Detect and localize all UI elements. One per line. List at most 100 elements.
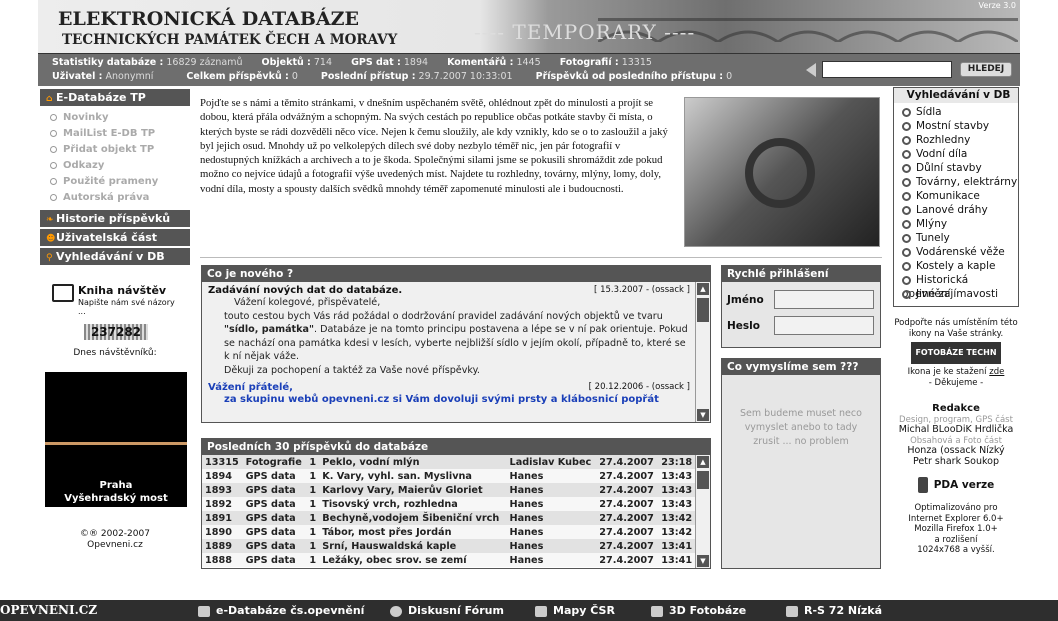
table-cell: Peklo, vodní mlýn (322, 456, 420, 468)
table-row[interactable]: 13315 Fotografie 1 Peklo, vodní mlýn Ladisla… (202, 455, 696, 469)
username-field[interactable] (774, 290, 874, 309)
nav-item-odkazy[interactable]: Odkazy (50, 158, 190, 174)
nav-item-prameny[interactable]: Použité prameny (50, 174, 190, 190)
footer-link-3d-fotobaze[interactable]: 3D Fotobáze (651, 600, 746, 621)
book-icon (52, 284, 74, 302)
forum-icon (390, 605, 402, 617)
posts-scrollbar[interactable]: ▲ ▼ (695, 455, 710, 568)
table-row[interactable]: 1890 GPS data 1 Tábor, most přes Jordán Hane… (202, 525, 696, 539)
news-box: Co je nového ? Zadávání nových dat do da… (201, 265, 711, 423)
table-cell: GPS data (245, 554, 296, 566)
footer-link-forum[interactable]: Diskusní Fórum (390, 600, 504, 621)
scroll-thumb[interactable] (697, 298, 709, 322)
scroll-down-icon[interactable]: ▼ (697, 555, 709, 567)
table-cell: 1 (309, 470, 317, 482)
scroll-up-icon[interactable]: ▲ (697, 283, 709, 295)
nav-item-pridat-objekt[interactable]: Přidat objekt TP (50, 142, 190, 158)
magnifier-icon (902, 289, 911, 299)
table-cell: 1889 (205, 540, 232, 552)
db-search-item[interactable]: Důlní stavby (902, 161, 1018, 175)
quick-login-box: Rychlé přihlášení Jméno Heslo (721, 265, 881, 348)
footer-link-edatabaze[interactable]: e-Databáze čs.opevnění (198, 600, 364, 621)
table-cell: 23:18 (661, 456, 693, 468)
magnifier-icon (902, 247, 911, 257)
footer-site-name[interactable]: OPEVNENI.CZ (0, 600, 97, 621)
nav-item-maillist[interactable]: MailList E-DB TP (50, 126, 190, 142)
table-cell: 1890 (205, 526, 232, 538)
db-search-item[interactable]: Vodárenské věže (902, 245, 1018, 259)
table-cell: GPS data (245, 526, 296, 538)
nav-item-autorska-prava[interactable]: Autorská práva (50, 190, 190, 206)
magnifier-icon (902, 219, 911, 229)
db-search-item[interactable]: Továrny, elektrárny (902, 175, 1018, 189)
phone-icon (917, 477, 928, 493)
magnifier-icon (902, 177, 911, 187)
db-search-item[interactable]: Mostní stavby (902, 119, 1018, 133)
table-cell: 1 (309, 456, 317, 468)
db-search-item[interactable]: Komunikace (902, 189, 1018, 203)
nav-uzivatelska-cast[interactable]: ☻Uživatelská část (40, 229, 190, 246)
news-scrollbar[interactable]: ▲ ▼ (695, 282, 710, 422)
table-cell: Fotografie (245, 456, 302, 468)
table-row[interactable]: 1889 GPS data 1 Srní, Hauswaldská kaple Hane… (202, 539, 696, 553)
table-cell: 1891 (205, 512, 232, 524)
back-arrow-icon[interactable] (806, 63, 816, 77)
divider (200, 257, 882, 258)
nav-historie[interactable]: ❧ Historie příspěvků (40, 210, 190, 227)
table-cell: 27.4.2007 (599, 540, 654, 552)
scroll-thumb[interactable] (697, 471, 709, 489)
stats-row-1: Statistiky databáze : 16829 záznamů Obje… (52, 57, 652, 68)
database-icon (198, 605, 210, 617)
db-search-item[interactable]: Tunely (902, 231, 1018, 245)
table-row[interactable]: 1892 GPS data 1 Tisovský vrch, rozhledna Han… (202, 497, 696, 511)
bullet-icon (50, 161, 57, 169)
user-icon: ☻ (46, 234, 56, 244)
scroll-up-icon[interactable]: ▲ (697, 456, 709, 468)
db-search-item[interactable]: Historická opevnění (902, 273, 1018, 300)
footer-link-mapy[interactable]: Mapy ČSR (535, 600, 615, 621)
magnifier-icon (902, 233, 911, 243)
table-cell: 27.4.2007 (599, 484, 654, 496)
table-cell: Hanes (509, 470, 544, 482)
db-search-item[interactable]: Lanové dráhy (902, 203, 1018, 217)
nav-edatabaze[interactable]: ⌂ E-Databáze TP (40, 89, 190, 106)
table-cell: 13:42 (661, 526, 693, 538)
table-cell: 27.4.2007 (599, 554, 654, 566)
table-cell: Hanes (509, 540, 544, 552)
news-item-text[interactable]: za skupinu webů opevneni.cz si Vám dovol… (208, 393, 690, 406)
table-cell: 27.4.2007 (599, 470, 654, 482)
featured-photo[interactable]: Praha Vyšehradský most (45, 372, 187, 507)
table-row[interactable]: 1893 GPS data 1 Karlovy Vary, Maierův Glori… (202, 483, 696, 497)
news-item-title[interactable]: Vážení přátelé, (208, 382, 293, 393)
table-cell: 27.4.2007 (599, 526, 654, 538)
db-search-item[interactable]: Sídla (902, 105, 1018, 119)
download-link[interactable]: zde (989, 367, 1004, 377)
magnifier-icon (902, 261, 911, 271)
password-field[interactable] (774, 316, 874, 335)
nav-vyhledavani[interactable]: ⚲ Vyhledávání v DB (40, 248, 190, 265)
site-banner[interactable]: ELEKTRONICKÁ DATABÁZE TECHNICKÝCH PAMÁTE… (38, 0, 1020, 54)
search-button[interactable]: HLEDEJ (960, 62, 1012, 77)
db-search-item[interactable]: Kostely a kaple (902, 259, 1018, 273)
db-search-item[interactable]: Rozhledny (902, 133, 1018, 147)
scroll-down-icon[interactable]: ▼ (697, 409, 709, 421)
db-search-box: Vyhledávání v DB Sídla Mostní stavby Rozhl… (893, 87, 1019, 307)
table-cell: GPS data (245, 470, 296, 482)
pda-link[interactable]: PDA verze (893, 477, 1019, 493)
db-search-item[interactable]: Vodní díla (902, 147, 1018, 161)
table-row[interactable]: 1894 GPS data 1 K. Vary, vyhl. san. Myslivn… (202, 469, 696, 483)
posts-table: 13315 Fotografie 1 Peklo, vodní mlýn Ladisla… (202, 455, 696, 567)
magnifier-icon (902, 205, 911, 215)
search-input[interactable] (822, 61, 952, 78)
redakce-title: Redakce (932, 403, 980, 414)
db-search-item[interactable]: Mlýny (902, 217, 1018, 231)
nav-item-novinky[interactable]: Novinky (50, 110, 190, 126)
site-title: ELEKTRONICKÁ DATABÁZE (58, 8, 359, 30)
table-row[interactable]: 1891 GPS data 1 Bechyně,vodojem Šibeniční v… (202, 511, 696, 525)
table-row[interactable]: 1888 GPS data 1 Ležáky, obec srov. se zemí H… (202, 553, 696, 567)
db-search-item[interactable]: Jiné zajímavosti (902, 287, 1018, 301)
fotobaze-logo[interactable]: FOTOBÁZE TECHN (911, 342, 1001, 364)
table-cell: Srní, Hauswaldská kaple (322, 540, 457, 552)
table-cell: 27.4.2007 (599, 512, 654, 524)
footer-link-rs72[interactable]: R-S 72 Nízká (786, 600, 882, 621)
